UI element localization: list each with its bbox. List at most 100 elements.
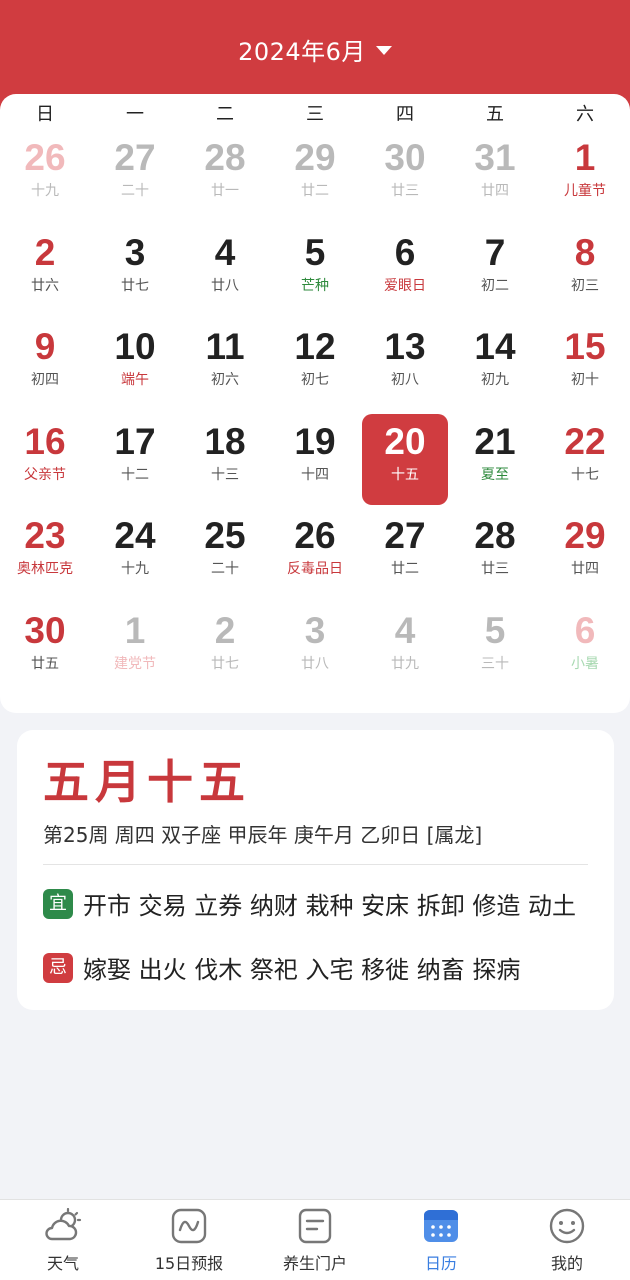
day-cell[interactable]: 30 廿三 (360, 136, 450, 231)
notes-icon (298, 1208, 332, 1244)
weekday-header: 日 一 二 三 四 五 六 (0, 100, 630, 126)
weekday-label: 二 (216, 104, 234, 125)
lunar-label: 初八 (391, 372, 419, 389)
solar-term-label: 芒种 (301, 277, 329, 294)
lunar-label: 十九 (31, 183, 59, 199)
day-cell[interactable]: 27 廿二 (360, 514, 450, 609)
avoid-row: 忌 嫁娶 出火 伐木 祭祀 入宅 移徙 纳畜 探病 (43, 950, 593, 985)
tab-calendar[interactable]: 日历 (378, 1200, 504, 1280)
almanac-card[interactable]: 五月十五 第25周 周四 双子座 甲辰年 庚午月 乙卯日 [属龙] 宜 开市 交… (17, 730, 614, 1010)
day-number: 25 (204, 515, 246, 557)
tab-weather[interactable]: 天气 (0, 1200, 126, 1280)
day-cell[interactable]: 16 父亲节 (0, 420, 90, 515)
day-cell[interactable]: 28 廿一 (180, 136, 270, 231)
day-number: 1 (124, 609, 146, 651)
day-cell[interactable]: 14 初九 (450, 325, 540, 420)
avoid-badge: 忌 (43, 952, 73, 983)
lunar-label: 二十 (211, 561, 239, 578)
day-number: 2 (34, 231, 56, 273)
day-cell[interactable]: 5 三十 (450, 609, 540, 704)
day-cell[interactable]: 24 十九 (90, 514, 180, 609)
calendar-week: 23 奥林匹克 24 十九 25 二十 26 反毒品日 27 廿二 28 廿三 29 廿四 (0, 514, 630, 609)
day-cell[interactable]: 5 芒种 (270, 231, 360, 326)
day-cell[interactable]: 7 初二 (450, 231, 540, 326)
day-cell[interactable]: 29 廿四 (540, 514, 630, 609)
day-number: 3 (124, 231, 146, 273)
calendar-week: 2 廿六 3 廿七 4 廿八 5 芒种 6 爱眼日 7 初二 8 初三 (0, 231, 630, 326)
day-cell[interactable]: 3 廿八 (270, 609, 360, 704)
day-number: 30 (24, 609, 66, 651)
day-cell[interactable]: 11 初六 (180, 325, 270, 420)
lunar-label: 廿九 (391, 655, 419, 672)
day-cell[interactable]: 21 夏至 (450, 420, 540, 515)
day-cell[interactable]: 9 初四 (0, 325, 90, 420)
day-cell[interactable]: 31 廿四 (450, 136, 540, 231)
weekday-label: 三 (306, 104, 324, 125)
day-number: 29 (294, 137, 336, 178)
day-cell[interactable]: 2 廿七 (180, 609, 270, 704)
day-cell[interactable]: 30 廿五 (0, 609, 90, 704)
calendar-week: 16 父亲节 17 十二 18 十三 19 十四 20 十五 21 夏至 22 十七 (0, 413, 630, 515)
forecast-icon (171, 1208, 207, 1244)
suitable-activities: 开市 交易 立券 纳财 栽种 安床 拆卸 修造 动土 (83, 892, 577, 920)
day-cell[interactable]: 6 小暑 (540, 609, 630, 704)
day-cell[interactable]: 1 建党节 (90, 609, 180, 704)
day-number: 6 (574, 609, 596, 651)
day-cell[interactable]: 26 反毒品日 (270, 514, 360, 609)
lunar-label: 廿四 (571, 561, 599, 578)
day-cell[interactable]: 2 廿六 (0, 231, 90, 326)
day-cell[interactable]: 6 爱眼日 (360, 231, 450, 326)
lunar-label: 廿七 (121, 277, 149, 294)
tab-profile[interactable]: 我的 (504, 1200, 630, 1280)
day-cell[interactable]: 29 廿二 (270, 136, 360, 231)
tab-wellness[interactable]: 养生门户 (252, 1200, 378, 1280)
day-cell[interactable]: 15 初十 (540, 325, 630, 420)
day-number: 21 (474, 420, 516, 462)
calendar-grid: 26 十九 27 二十 28 廿一 29 廿二 30 廿三 31 廿四 1 儿童节 2 廿六 3… (0, 136, 630, 704)
day-cell[interactable]: 13 初八 (360, 325, 450, 420)
day-cell[interactable]: 10 端午 (90, 325, 180, 420)
day-number: 2 (214, 609, 236, 651)
tab-label: 日历 (424, 1254, 457, 1273)
day-number: 16 (24, 420, 66, 462)
day-cell[interactable]: 12 初七 (270, 325, 360, 420)
suitable-row: 宜 开市 交易 立券 纳财 栽种 安床 拆卸 修造 动土 (43, 886, 593, 921)
lunar-label: 二十 (121, 183, 149, 199)
festival-label: 端午 (121, 372, 149, 389)
calendar-week: 9 初四 10 端午 11 初六 12 初七 13 初八 14 初九 15 初十 (0, 325, 630, 420)
day-cell[interactable]: 1 儿童节 (540, 136, 630, 231)
lunar-label: 廿八 (211, 277, 239, 294)
day-number: 22 (564, 420, 606, 462)
festival-label: 建党节 (114, 655, 156, 672)
day-number: 28 (474, 515, 516, 557)
day-cell[interactable]: 28 廿三 (450, 514, 540, 609)
day-number: 17 (114, 420, 156, 462)
tab-forecast[interactable]: 15日预报 (126, 1200, 252, 1280)
lunar-label: 初六 (211, 372, 239, 389)
day-cell[interactable]: 8 初三 (540, 231, 630, 326)
calendar-week: 30 廿五 1 建党节 2 廿七 3 廿八 4 廿九 5 三十 6 小暑 (0, 609, 630, 704)
day-cell[interactable]: 26 十九 (0, 136, 90, 231)
day-cell[interactable]: 27 二十 (90, 136, 180, 231)
day-cell[interactable]: 25 二十 (180, 514, 270, 609)
day-cell[interactable]: 4 廿八 (180, 231, 270, 326)
today-cell[interactable]: 20 十五 (360, 413, 450, 515)
day-number: 4 (394, 609, 416, 651)
festival-label: 爱眼日 (384, 277, 426, 294)
day-cell[interactable]: 18 十三 (180, 420, 270, 515)
lunar-label: 廿四 (481, 183, 509, 199)
lunar-label: 初七 (301, 372, 329, 389)
lunar-label: 廿五 (31, 655, 59, 672)
lunar-label: 廿三 (391, 183, 419, 199)
day-cell[interactable]: 19 十四 (270, 420, 360, 515)
day-cell[interactable]: 22 十七 (540, 420, 630, 515)
day-cell[interactable]: 3 廿七 (90, 231, 180, 326)
day-cell[interactable]: 4 廿九 (360, 609, 450, 704)
lunar-label: 十五 (391, 466, 419, 483)
month-selector[interactable]: 2024年6月 (0, 32, 630, 67)
lunar-label: 十四 (301, 466, 329, 483)
day-cell[interactable]: 23 奥林匹克 (0, 514, 90, 609)
lunar-label: 廿二 (301, 183, 329, 199)
day-number: 8 (574, 231, 596, 273)
day-cell[interactable]: 17 十二 (90, 420, 180, 515)
